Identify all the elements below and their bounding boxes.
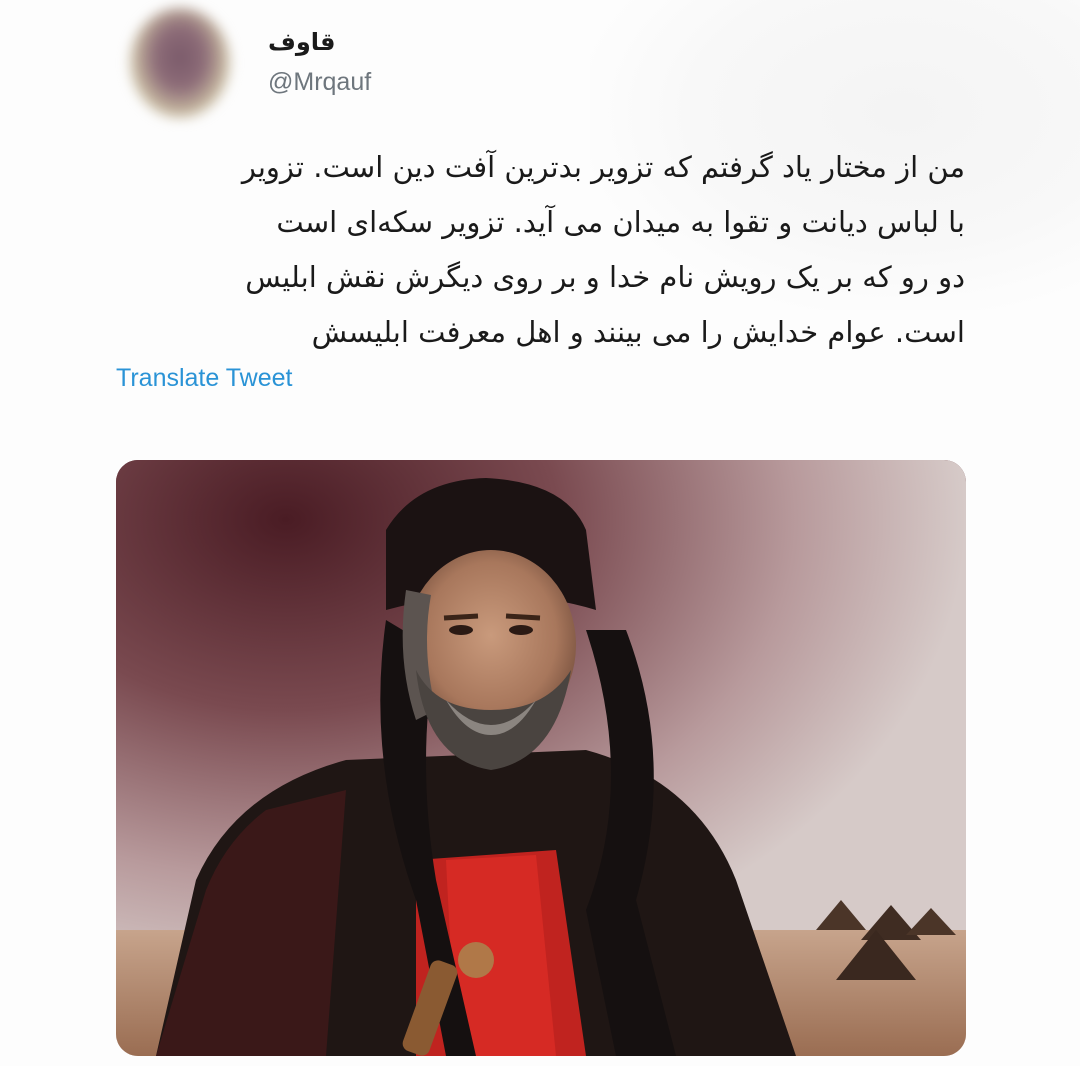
avatar[interactable] [130,8,230,118]
author-display-name[interactable]: قاوف [268,28,336,56]
author-handle[interactable]: @Mrqauf [268,68,371,97]
tweet-screenshot: قاوف @Mrqauf من از مختار یاد گرفتم که تز… [0,0,1080,1066]
tweet-text-line: است. عوام خدایش را می بینند و اهل معرفت … [311,315,965,349]
photo-man-in-turban-icon [116,460,966,1056]
translate-tweet-link[interactable]: Translate Tweet [116,364,292,393]
tweet-media-image[interactable] [116,460,966,1056]
tweet-text: من از مختار یاد گرفتم که تزویر بدترین آف… [120,140,965,360]
tweet-text-line: با لباس دیانت و تقوا به میدان می آید. تز… [276,205,965,239]
tweet-text-line: من از مختار یاد گرفتم که تزویر بدترین آف… [241,150,965,184]
tweet-text-line: دو رو که بر یک رویش نام خدا و بر روی دیگ… [245,260,965,294]
